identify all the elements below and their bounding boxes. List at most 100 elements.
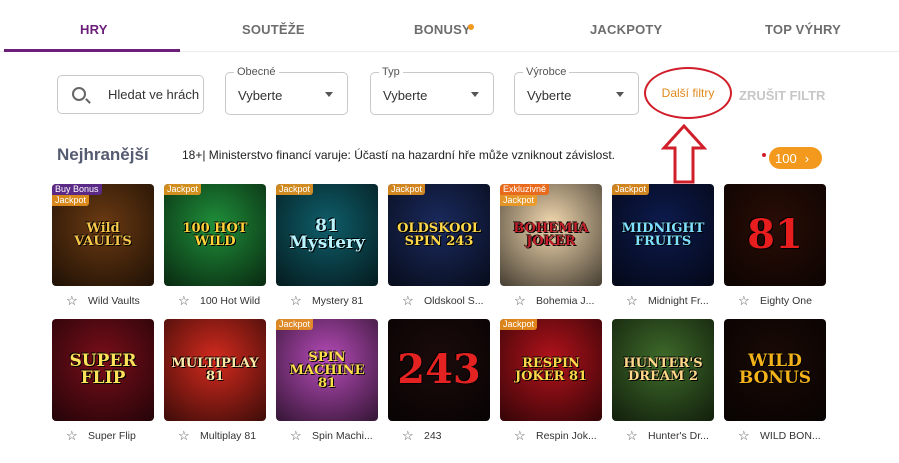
game-thumbnail[interactable]: MULTIPLAY 81: [164, 319, 266, 421]
game-badge: Jackpot: [500, 195, 538, 206]
annotation-arrow-icon: [661, 124, 707, 184]
game-count-button[interactable]: 100 ›: [769, 147, 822, 169]
favorite-star-icon[interactable]: ☆: [402, 428, 416, 444]
game-logo: Wild VAULTS: [74, 221, 132, 249]
game-name: Oldskool S...: [424, 295, 484, 307]
game-logo: MIDNIGHT FRUITS: [621, 221, 705, 249]
game-meta: ☆ Hunter's Dr...: [612, 428, 732, 444]
clear-filter-button[interactable]: ZRUŠIT FILTR: [739, 88, 825, 103]
game-logo: RESPIN JOKER 81: [514, 356, 588, 384]
favorite-star-icon[interactable]: ☆: [626, 293, 640, 309]
search-icon[interactable]: [72, 87, 86, 101]
game-name: Midnight Fr...: [648, 295, 709, 307]
favorite-star-icon[interactable]: ☆: [290, 428, 304, 444]
type-select[interactable]: Typ Vyberte: [370, 66, 494, 115]
game-name: Eighty One: [760, 295, 812, 307]
favorite-star-icon[interactable]: ☆: [290, 293, 304, 309]
game-name: Spin Machi...: [312, 430, 373, 442]
favorite-star-icon[interactable]: ☆: [626, 428, 640, 444]
game-badge: Buy Bonus: [52, 184, 102, 195]
game-logo: WILD BONUS: [738, 351, 812, 388]
game-thumbnail[interactable]: 81: [724, 184, 826, 286]
general-select[interactable]: Obecné Vyberte: [225, 66, 348, 115]
tab-top-wins[interactable]: TOP VÝHRY: [765, 22, 841, 37]
game-meta: ☆ Mystery 81: [276, 293, 396, 309]
game-thumbnail[interactable]: SUPER FLIP: [52, 319, 154, 421]
game-thumbnail[interactable]: RESPIN JOKER 81 Jackpot: [500, 319, 602, 421]
game-badges: Jackpot: [388, 184, 426, 195]
gambling-warning: 18+| Ministerstvo financí varuje: Účastí…: [182, 148, 615, 162]
section-title: Nejhranější: [57, 145, 149, 164]
game-badge: Exkluzivně: [500, 184, 550, 195]
game-logo: SUPER FLIP: [69, 351, 137, 388]
type-select-legend: Typ: [379, 66, 403, 78]
favorite-star-icon[interactable]: ☆: [178, 293, 192, 309]
game-thumbnail[interactable]: Wild VAULTS Buy Bonus Jackpot: [52, 184, 154, 286]
general-select-value: Vyberte: [238, 88, 283, 103]
game-meta: ☆ Eighty One: [724, 293, 844, 309]
favorite-star-icon[interactable]: ☆: [66, 293, 80, 309]
favorite-star-icon[interactable]: ☆: [514, 293, 528, 309]
game-meta: ☆ 243: [388, 428, 508, 444]
game-logo: MULTIPLAY 81: [171, 356, 259, 384]
general-select-legend: Obecné: [234, 66, 279, 78]
provider-select[interactable]: Výrobce Vyberte: [514, 66, 639, 115]
tab-games[interactable]: HRY: [80, 22, 108, 37]
game-logo: 243: [397, 346, 481, 393]
game-meta: ☆ WILD BON...: [724, 428, 844, 444]
game-thumbnail[interactable]: 243: [388, 319, 490, 421]
game-badges: Jackpot: [276, 319, 314, 330]
game-thumbnail[interactable]: 81 Mystery Jackpot: [276, 184, 378, 286]
game-thumbnail[interactable]: BOHEMIA JOKER Exkluzivně Jackpot: [500, 184, 602, 286]
main-tabs: HRY SOUTĚŽE BONUSY JACKPOTY TOP VÝHRY: [0, 0, 899, 52]
game-name: 100 Hot Wild: [200, 295, 261, 307]
game-badges: Jackpot: [612, 184, 650, 195]
game-meta: ☆ Respin Jok...: [500, 428, 620, 444]
game-thumbnail[interactable]: 100 HOT WILD Jackpot: [164, 184, 266, 286]
more-filters-label: Další filtry: [661, 86, 715, 100]
game-meta: ☆ Oldskool S...: [388, 293, 508, 309]
game-logo: SPIN MACHINE 81: [289, 349, 365, 391]
game-thumbnail[interactable]: WILD BONUS: [724, 319, 826, 421]
favorite-star-icon[interactable]: ☆: [66, 428, 80, 444]
provider-select-value: Vyberte: [527, 88, 572, 103]
game-badge: Jackpot: [612, 184, 650, 195]
game-badges: Buy Bonus Jackpot: [52, 184, 102, 206]
provider-select-legend: Výrobce: [523, 66, 570, 78]
favorite-star-icon[interactable]: ☆: [738, 293, 752, 309]
game-count: 100: [775, 150, 797, 166]
active-tab-indicator: [4, 49, 180, 52]
game-meta: ☆ Wild Vaults: [52, 293, 172, 309]
game-logo: HUNTER'S DREAM 2: [623, 356, 703, 384]
game-name: Bohemia J...: [536, 295, 595, 307]
game-name: Respin Jok...: [536, 430, 597, 442]
game-name: Hunter's Dr...: [648, 430, 709, 442]
favorite-star-icon[interactable]: ☆: [514, 428, 528, 444]
game-badge: Jackpot: [276, 319, 314, 330]
chevron-down-icon: [471, 92, 479, 97]
favorite-star-icon[interactable]: ☆: [178, 428, 192, 444]
game-thumbnail[interactable]: HUNTER'S DREAM 2: [612, 319, 714, 421]
chevron-right-icon: ›: [804, 150, 810, 166]
game-name: WILD BON...: [760, 430, 821, 442]
game-thumbnail[interactable]: MIDNIGHT FRUITS Jackpot: [612, 184, 714, 286]
game-thumbnail[interactable]: SPIN MACHINE 81 Jackpot: [276, 319, 378, 421]
tab-jackpots[interactable]: JACKPOTY: [590, 22, 662, 37]
game-logo: OLDSKOOL SPIN 243: [397, 221, 481, 249]
tab-competitions[interactable]: SOUTĚŽE: [242, 22, 305, 37]
game-name: Mystery 81: [312, 295, 364, 307]
game-name: Wild Vaults: [88, 295, 140, 307]
game-badge: Jackpot: [164, 184, 202, 195]
game-badges: Jackpot: [164, 184, 202, 195]
chevron-down-icon: [616, 92, 624, 97]
game-meta: ☆ 100 Hot Wild: [164, 293, 284, 309]
favorite-star-icon[interactable]: ☆: [738, 428, 752, 444]
game-thumbnail[interactable]: OLDSKOOL SPIN 243 Jackpot: [388, 184, 490, 286]
favorite-star-icon[interactable]: ☆: [402, 293, 416, 309]
more-filters-button[interactable]: Další filtry: [644, 67, 732, 119]
game-meta: ☆ Multiplay 81: [164, 428, 284, 444]
tab-bonuses[interactable]: BONUSY: [414, 22, 471, 37]
search-input[interactable]: [108, 87, 200, 102]
game-badge: Jackpot: [276, 184, 314, 195]
game-logo: 81: [747, 211, 803, 258]
